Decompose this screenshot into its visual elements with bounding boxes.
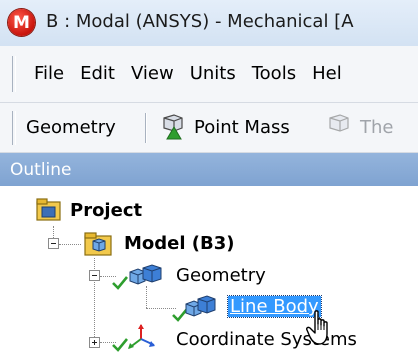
menu-units[interactable]: Units	[190, 63, 236, 84]
model-folder-icon	[84, 232, 112, 256]
status-check-icon	[112, 276, 128, 290]
ansys-mechanical-app-icon[interactable]: M	[8, 9, 35, 36]
window-title: B : Modal (ANSYS) - Mechanical [A	[46, 11, 354, 32]
menubar-grip-handle[interactable]	[12, 56, 16, 92]
project-folder-icon	[36, 198, 61, 221]
thermal-button-label: The	[360, 117, 394, 138]
line-body-icon	[185, 295, 216, 317]
outline-panel-header: Outline	[0, 153, 418, 186]
tree-connector	[146, 286, 147, 308]
outline-tree[interactable]: Project Model (B3) Geometry Line Body Co…	[0, 186, 418, 355]
tree-node-project[interactable]: Project	[70, 200, 142, 221]
menu-bar: File Edit View Units Tools Hel	[0, 46, 418, 103]
point-mass-icon[interactable]	[160, 114, 188, 140]
toolbar-separator	[145, 113, 146, 143]
context-toolbar: Geometry Point Mass The	[0, 103, 418, 153]
geometry-blocks-icon	[129, 264, 162, 285]
menu-file[interactable]: File	[34, 63, 64, 84]
outline-header-title: Outline	[10, 160, 72, 180]
toolbar-grip-handle[interactable]	[12, 111, 16, 145]
menu-view[interactable]: View	[131, 63, 174, 84]
hand-pointer-cursor-icon	[306, 310, 328, 345]
coordinate-systems-expand-toggle[interactable]	[89, 337, 100, 348]
tree-node-model[interactable]: Model (B3)	[124, 233, 235, 254]
point-mass-button-label[interactable]: Point Mass	[194, 117, 290, 138]
menu-edit[interactable]: Edit	[80, 63, 115, 84]
model-collapse-toggle[interactable]	[48, 238, 59, 249]
title-bar: M B : Modal (ANSYS) - Mechanical [A	[0, 0, 418, 47]
menu-tools[interactable]: Tools	[252, 63, 296, 84]
coordinate-axes-icon	[128, 324, 155, 349]
menu-help[interactable]: Hel	[312, 63, 342, 84]
tree-node-geometry[interactable]: Geometry	[176, 265, 266, 286]
geometry-collapse-toggle[interactable]	[89, 270, 100, 281]
geometry-toolbar-button[interactable]: Geometry	[26, 117, 116, 138]
thermal-point-mass-icon	[329, 114, 349, 132]
tree-connector	[59, 244, 81, 245]
